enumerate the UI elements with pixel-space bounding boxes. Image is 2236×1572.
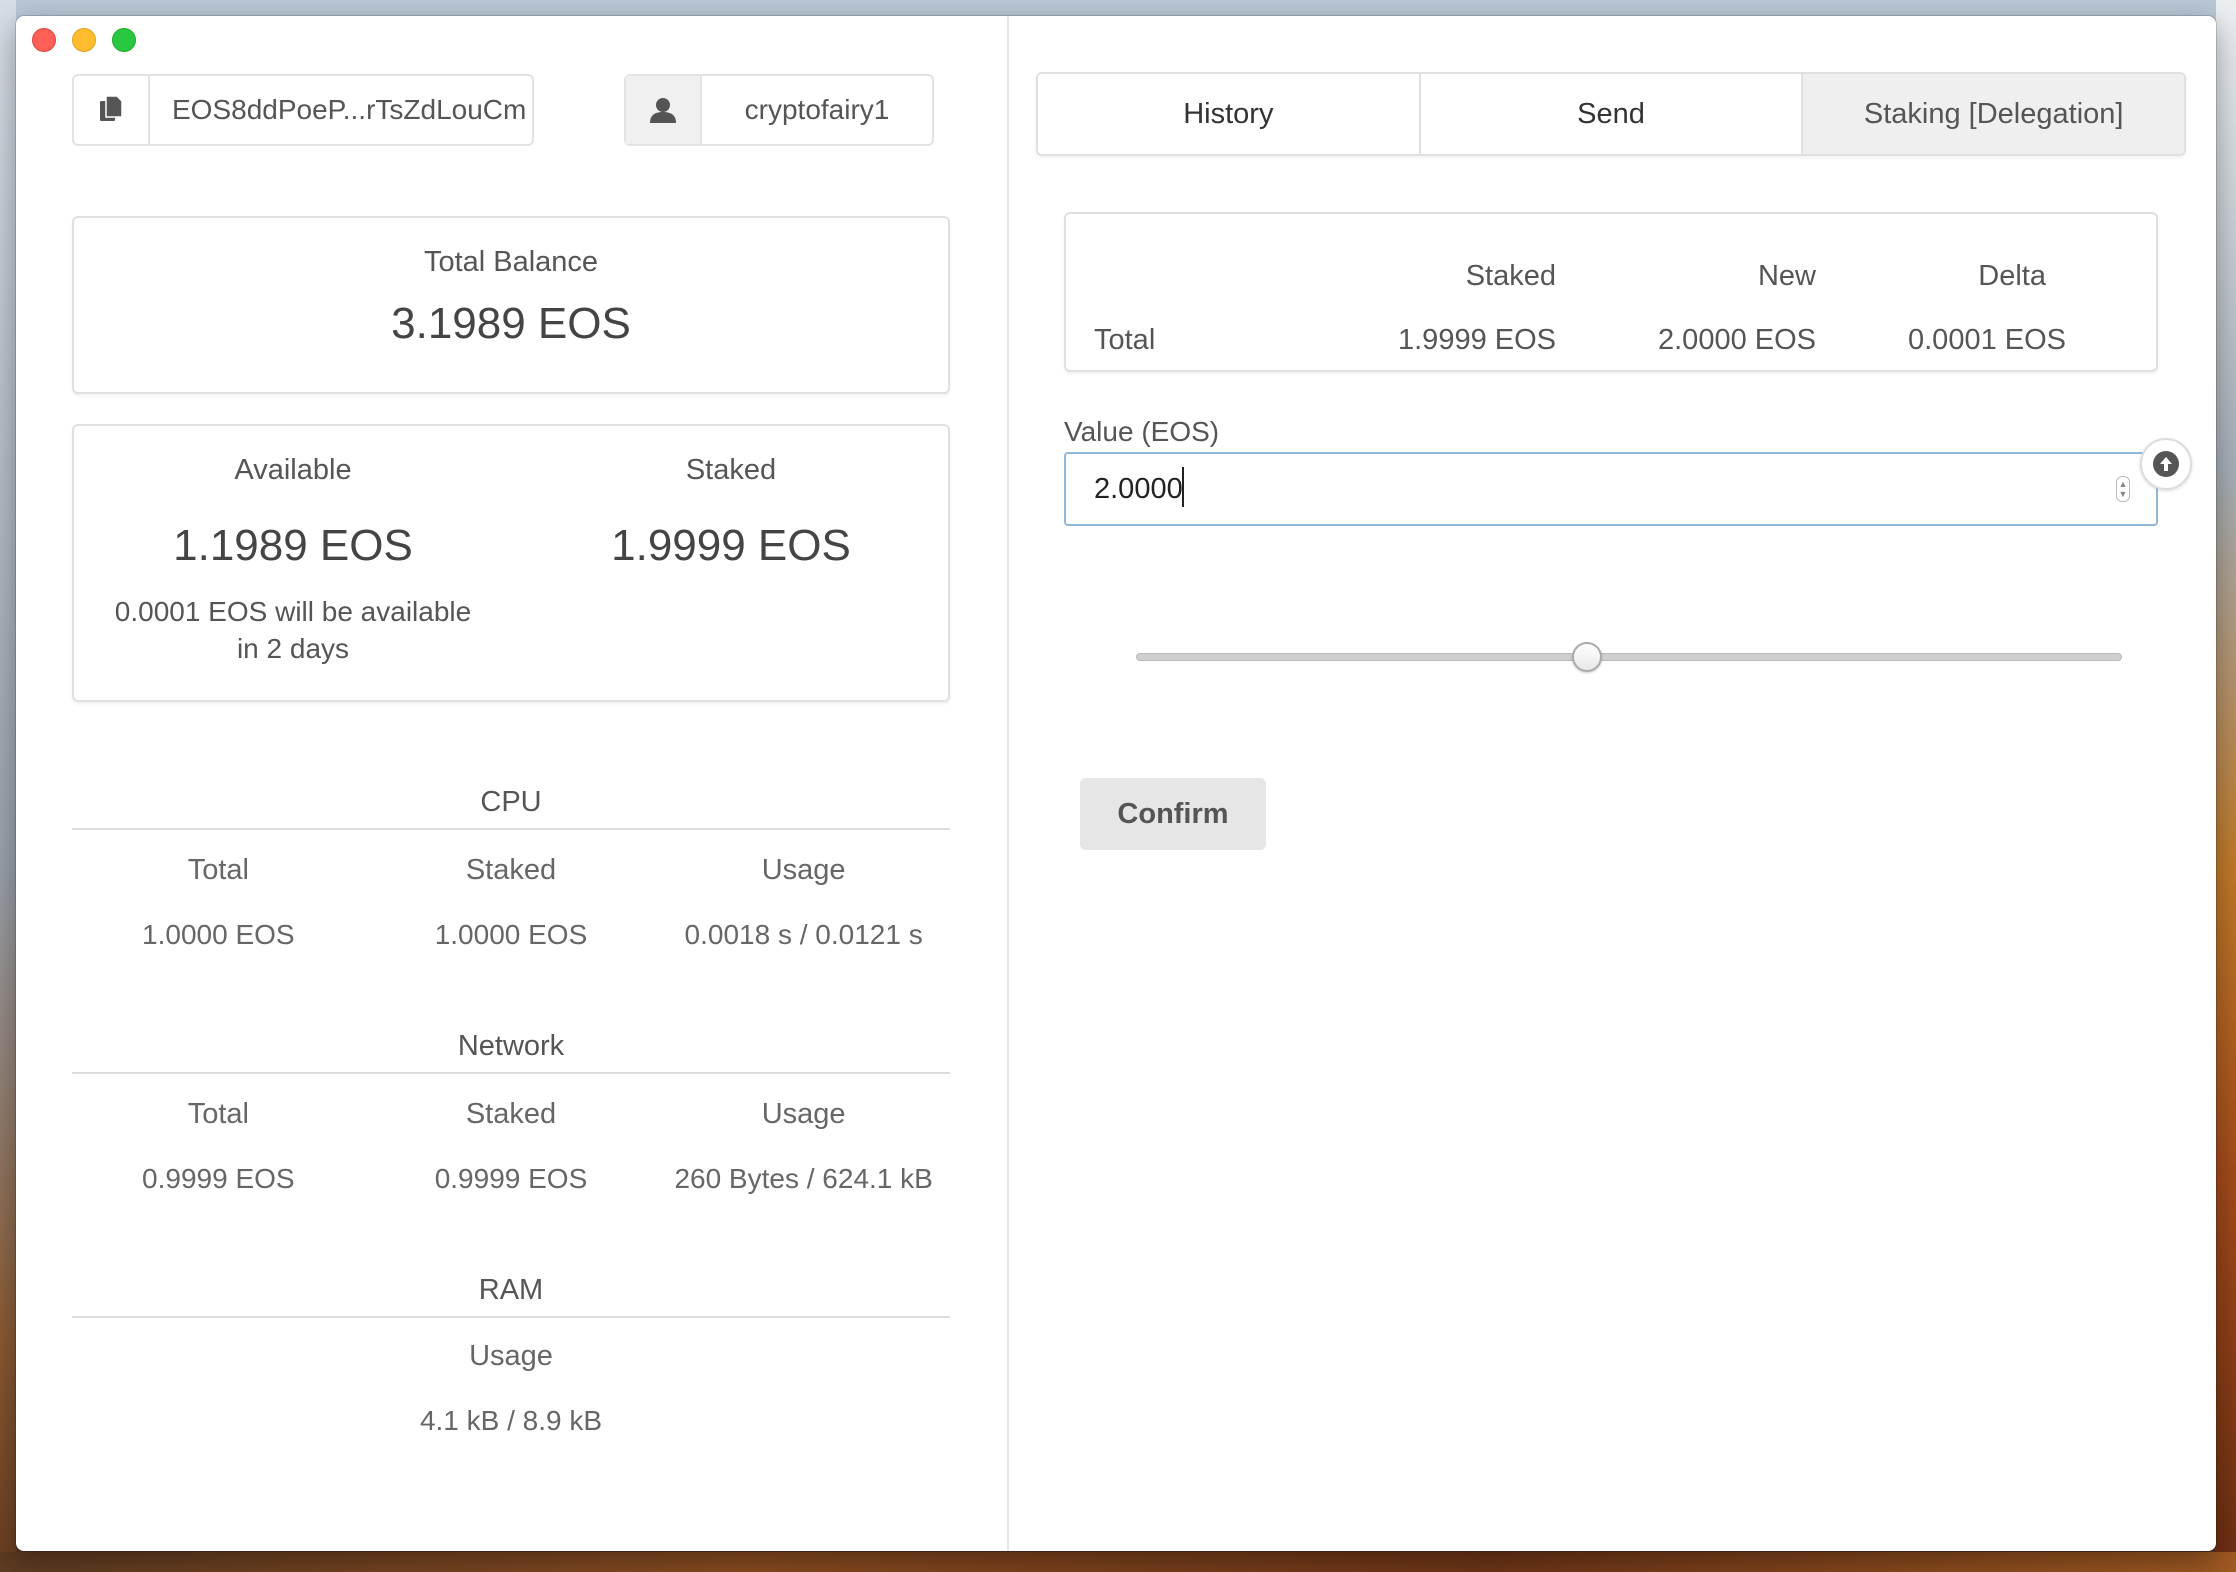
stake-slider[interactable]: [1136, 653, 2122, 661]
account-name-text: cryptofairy1: [744, 94, 890, 125]
stake-delta-card: Staked New Delta Total 1.9999 EOS 2.0000…: [1064, 212, 2158, 372]
desktop-wallpaper-left: [0, 0, 16, 1572]
public-key-field[interactable]: EOS8ddPoeP...rTsZdLouCm: [72, 74, 534, 146]
ram-usage-value: 4.1 kB / 8.9 kB: [419, 1405, 603, 1436]
stake-slider-thumb[interactable]: [1571, 642, 1602, 672]
network-total-column: Total 0.9999 EOS: [72, 1098, 365, 1195]
network-usage-column: Usage 260 Bytes / 624.1 kB: [657, 1098, 950, 1195]
cpu-table: Total 1.0000 EOS Staked 1.0000 EOS Usage…: [72, 854, 950, 951]
minimize-window-button[interactable]: [72, 28, 96, 52]
available-column: Available 1.1989 EOS 0.0001 EOS will be …: [74, 454, 512, 667]
cpu-usage-column: Usage 0.0018 s / 0.0121 s: [657, 854, 950, 951]
network-usage-value: 260 Bytes / 624.1 kB: [674, 1163, 933, 1194]
delta-header-new: New: [1757, 260, 1816, 292]
delta-header-delta: Delta: [1978, 260, 2046, 292]
delta-new-value: 2.0000 EOS: [1658, 324, 1816, 356]
cpu-staked-value: 1.0000 EOS: [434, 919, 588, 950]
account-name-field[interactable]: cryptofairy1: [624, 74, 934, 146]
delta-staked-value: 1.9999 EOS: [1398, 324, 1556, 356]
staked-label: Staked: [685, 454, 777, 486]
network-total-header: Total: [187, 1098, 249, 1130]
available-label: Available: [234, 454, 352, 486]
network-total-value: 0.9999 EOS: [142, 1163, 295, 1194]
account-row: EOS8ddPoeP...rTsZdLouCm cryptofairy1: [72, 74, 952, 148]
text-caret: [1182, 467, 1184, 507]
arrow-up-circle-icon[interactable]: [2140, 438, 2192, 490]
stake-value-input[interactable]: [1064, 452, 2158, 526]
network-usage-header: Usage: [761, 1098, 846, 1130]
cpu-usage-header: Usage: [761, 854, 846, 886]
network-staked-value: 0.9999 EOS: [434, 1163, 588, 1194]
network-table: Total 0.9999 EOS Staked 0.9999 EOS Usage…: [72, 1098, 950, 1195]
ram-title: RAM: [478, 1274, 544, 1306]
cpu-usage-value: 0.0018 s / 0.0121 s: [684, 919, 923, 950]
tab-history[interactable]: History: [1038, 74, 1421, 154]
delta-delta-value: 0.0001 EOS: [1908, 324, 2066, 356]
cpu-divider: [72, 828, 950, 830]
desktop-wallpaper-right: [2216, 0, 2236, 1572]
copy-icon[interactable]: [74, 76, 150, 144]
app-window: EOS8ddPoeP...rTsZdLouCm cryptofairy1 Tot…: [16, 16, 2216, 1551]
cpu-staked-header: Staked: [465, 854, 557, 886]
cpu-total-column: Total 1.0000 EOS: [72, 854, 365, 951]
value-stepper[interactable]: ▲ ▼: [2116, 476, 2130, 502]
network-divider: [72, 1072, 950, 1074]
total-balance-label: Total Balance: [423, 246, 599, 278]
tab-staking[interactable]: Staking [Delegation]: [1803, 74, 2184, 154]
available-staked-card: Available 1.1989 EOS 0.0001 EOS will be …: [72, 424, 950, 702]
unstaking-note: 0.0001 EOS will be available in 2 days: [114, 596, 472, 664]
delta-row-label: Total: [1094, 324, 1156, 356]
ram-divider: [72, 1316, 950, 1318]
pane-divider: [1007, 16, 1009, 1551]
cpu-total-header: Total: [187, 854, 249, 886]
network-staked-header: Staked: [465, 1098, 557, 1130]
total-balance-card: Total Balance 3.1989 EOS: [72, 216, 950, 394]
staked-column: Staked 1.9999 EOS: [512, 454, 950, 571]
confirm-button[interactable]: Confirm: [1080, 778, 1266, 850]
delta-header-staked: Staked: [1465, 260, 1556, 292]
user-icon: [626, 76, 702, 144]
public-key-text: EOS8ddPoeP...rTsZdLouCm: [172, 94, 527, 125]
zoom-window-button[interactable]: [112, 28, 136, 52]
staked-value: 1.9999 EOS: [611, 521, 851, 570]
ram-usage-column: Usage 4.1 kB / 8.9 kB: [72, 1340, 950, 1437]
ram-usage-header: Usage: [469, 1340, 553, 1372]
cpu-total-value: 1.0000 EOS: [142, 919, 295, 950]
close-window-button[interactable]: [32, 28, 56, 52]
cpu-title: CPU: [480, 786, 542, 818]
tab-bar: History Send Staking [Delegation]: [1036, 72, 2186, 156]
cpu-staked-column: Staked 1.0000 EOS: [365, 854, 658, 951]
network-staked-column: Staked 0.9999 EOS: [365, 1098, 658, 1195]
network-title: Network: [457, 1030, 565, 1062]
total-balance-value: 3.1989 EOS: [391, 299, 631, 348]
value-field-label: Value (EOS): [1064, 416, 1220, 447]
desktop-wallpaper-bottom: [0, 1552, 2236, 1572]
account-pane: EOS8ddPoeP...rTsZdLouCm cryptofairy1 Tot…: [72, 74, 952, 1436]
tab-send[interactable]: Send: [1420, 74, 1804, 154]
window-controls: [32, 28, 136, 52]
available-value: 1.1989 EOS: [173, 521, 413, 570]
